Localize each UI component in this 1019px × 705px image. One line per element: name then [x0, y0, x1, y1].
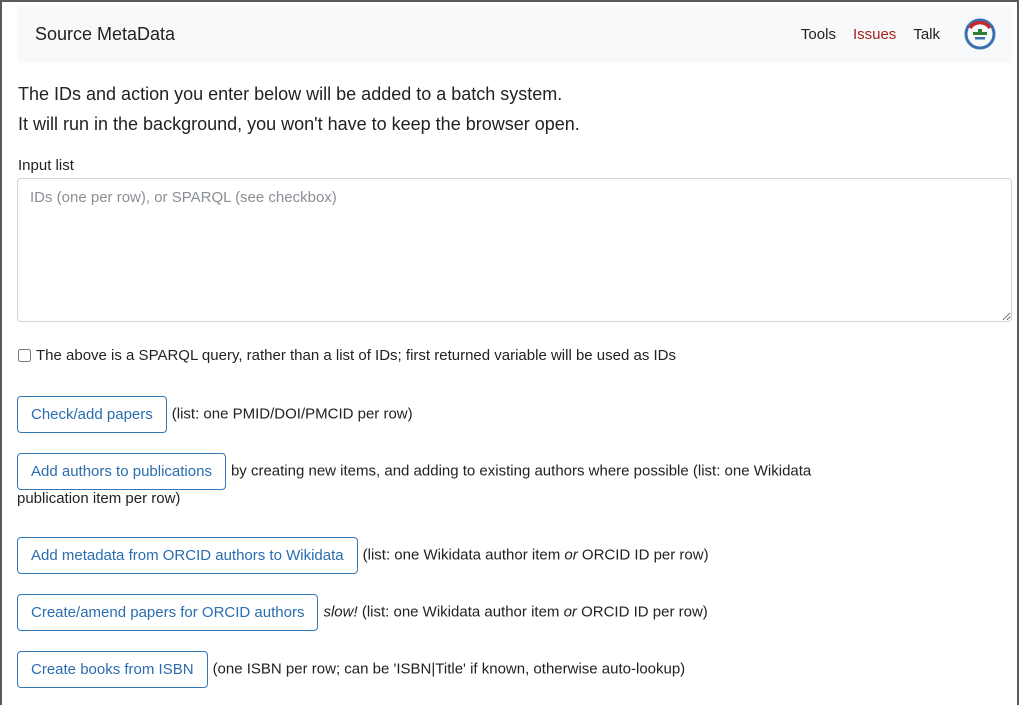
action-check-add-papers: Check/add papers (list: one PMID/DOI/PMCI…: [17, 396, 413, 433]
action-description-emphasis: or: [563, 603, 577, 621]
ids-textarea[interactable]: [17, 178, 1012, 322]
create-amend-papers-button[interactable]: Create/amend papers for ORCID authors: [17, 594, 319, 631]
action-description-part: ORCID ID per row): [576, 603, 708, 621]
action-description: slow! (list: one Wikidata author item or…: [323, 604, 707, 621]
nav-links: Tools Issues Talk: [801, 26, 940, 43]
action-description: (list: one PMID/DOI/PMCID per row): [171, 405, 413, 423]
add-authors-button[interactable]: Add authors to publications: [17, 453, 226, 490]
action-orcid-metadata: Add metadata from ORCID authors to Wikid…: [17, 537, 709, 574]
brand-link[interactable]: Source MetaData: [35, 24, 175, 45]
action-orcid-papers: Create/amend papers for ORCID authors slo…: [17, 594, 708, 631]
add-orcid-metadata-button[interactable]: Add metadata from ORCID authors to Wikid…: [17, 537, 358, 574]
nav-link-talk[interactable]: Talk: [913, 26, 940, 43]
intro-text: The IDs and action you enter below will …: [18, 79, 580, 139]
check-add-papers-button[interactable]: Check/add papers: [17, 396, 167, 433]
intro-line-2: It will run in the background, you won't…: [18, 114, 580, 134]
navbar: Source MetaData Tools Issues Talk: [17, 6, 1012, 63]
input-list-label: Input list: [18, 157, 74, 174]
action-description-part: (list: one Wikidata author item: [362, 546, 565, 564]
create-books-isbn-button[interactable]: Create books from ISBN: [17, 651, 208, 688]
nav-link-tools[interactable]: Tools: [801, 26, 836, 43]
action-description-part: (list: one Wikidata author item: [357, 603, 564, 621]
action-description-part: ORCID ID per row): [577, 546, 709, 564]
sparql-checkbox[interactable]: [18, 349, 31, 362]
sparql-checkbox-row: The above is a SPARQL query, rather than…: [18, 347, 676, 364]
action-description: (one ISBN per row; can be 'ISBN|Title' i…: [212, 660, 686, 678]
action-description: (list: one Wikidata author item or ORCID…: [363, 547, 709, 564]
intro-line-1: The IDs and action you enter below will …: [18, 84, 563, 104]
action-add-authors: Add authors to publications by creating n…: [17, 453, 977, 510]
slow-warning: slow!: [323, 603, 358, 621]
sparql-checkbox-label: The above is a SPARQL query, rather than…: [36, 347, 677, 364]
action-description-continued: publication item per row): [17, 490, 181, 507]
action-description: by creating new items, and adding to exi…: [230, 462, 812, 480]
nav-link-issues[interactable]: Issues: [853, 26, 896, 43]
action-isbn-books: Create books from ISBN (one ISBN per row;…: [17, 651, 685, 688]
wikimedia-toolforge-logo-icon[interactable]: [963, 17, 997, 51]
action-description-emphasis: or: [564, 546, 578, 564]
